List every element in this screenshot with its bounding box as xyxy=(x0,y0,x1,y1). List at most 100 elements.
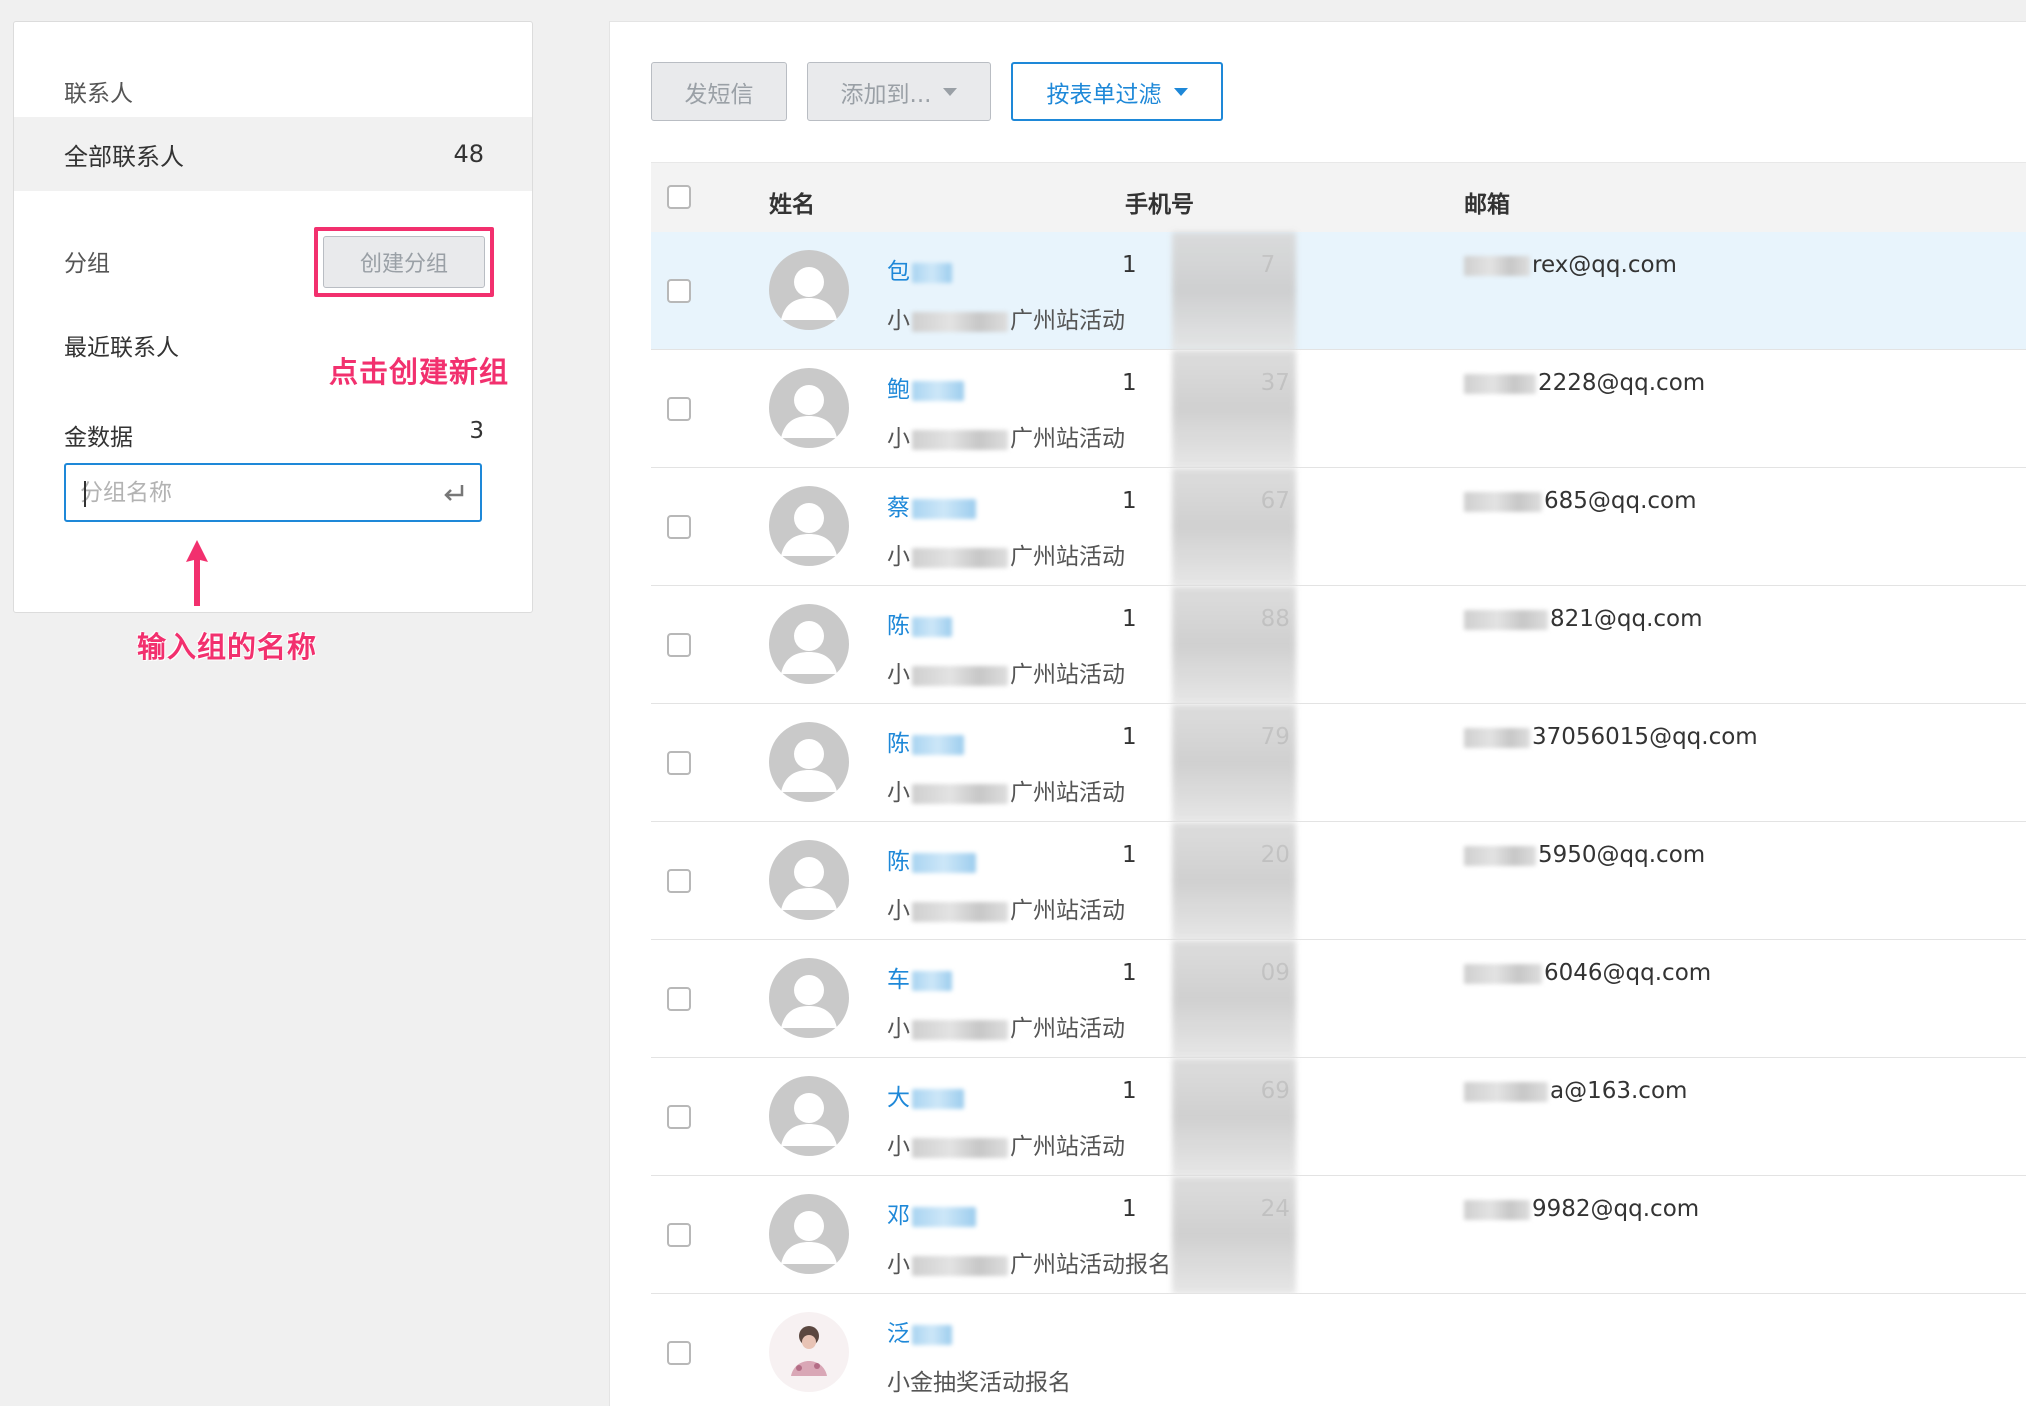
row-checkbox[interactable] xyxy=(667,987,691,1011)
phone-first-digit: 1 xyxy=(1122,606,1137,632)
contact-email: 9982@qq.com xyxy=(1464,1196,1699,1222)
table-row[interactable]: 陈小广州站活动17937056015@qq.com xyxy=(651,704,2026,822)
table-row[interactable]: 陈小广州站活动1205950@qq.com xyxy=(651,822,2026,940)
contact-name-link[interactable]: 车 xyxy=(887,960,952,994)
contact-name: 陈 xyxy=(887,849,910,875)
email-redaction xyxy=(1464,255,1530,276)
contact-name-link[interactable]: 陈 xyxy=(887,724,964,758)
source-prefix: 小 xyxy=(887,308,910,334)
source-redaction xyxy=(912,547,1008,568)
phone-redaction xyxy=(1172,1176,1296,1294)
group-name-label: 金数据 xyxy=(64,425,133,451)
source-redaction xyxy=(912,1255,1008,1276)
email-visible-part: 5950@qq.com xyxy=(1538,842,1706,868)
contact-name: 大 xyxy=(887,1085,910,1111)
phone-redaction xyxy=(1172,586,1296,704)
email-redaction xyxy=(1464,491,1542,512)
source-prefix: 小 xyxy=(887,662,910,688)
row-checkbox[interactable] xyxy=(667,1223,691,1247)
contact-name: 鲍 xyxy=(887,377,910,403)
contact-name: 陈 xyxy=(887,613,910,639)
source-redaction xyxy=(912,901,1008,922)
row-checkbox[interactable] xyxy=(667,869,691,893)
source-prefix: 小 xyxy=(887,898,910,924)
contact-source: 小 广州站活动 xyxy=(887,419,1125,453)
group-section-label: 分组 xyxy=(64,251,110,277)
annotation-enter-name: 输入组的名称 xyxy=(137,630,318,664)
name-redaction xyxy=(912,262,952,283)
contact-name-link[interactable]: 邓 xyxy=(887,1196,976,1230)
name-redaction xyxy=(912,1206,976,1227)
email-visible-part: 821@qq.com xyxy=(1550,606,1703,632)
email-redaction xyxy=(1464,845,1536,866)
send-sms-button[interactable]: 发短信 xyxy=(651,62,787,121)
contact-source: 小 广州站活动报名 xyxy=(887,1245,1171,1279)
create-group-button[interactable]: 创建分组 xyxy=(323,236,485,288)
source-text: 广州站活动 xyxy=(1010,308,1125,334)
table-row[interactable]: 邓小广州站活动报名1249982@qq.com xyxy=(651,1176,2026,1294)
row-checkbox[interactable] xyxy=(667,279,691,303)
contact-name-link[interactable]: 泛 xyxy=(887,1314,952,1348)
add-to-dropdown-button[interactable]: 添加到... xyxy=(807,62,991,121)
table-row[interactable]: 泛小金抽奖活动报名 xyxy=(651,1294,2026,1406)
add-to-label: 添加到... xyxy=(840,81,932,108)
table-row[interactable]: 鲍小广州站活动1372228@qq.com xyxy=(651,350,2026,468)
table-row[interactable]: 陈小广州站活动188821@qq.com xyxy=(651,586,2026,704)
contact-name-link[interactable]: 陈 xyxy=(887,606,952,640)
avatar xyxy=(769,722,849,802)
row-checkbox[interactable] xyxy=(667,751,691,775)
source-text: 广州站活动 xyxy=(1010,780,1125,806)
contact-name-link[interactable]: 大 xyxy=(887,1078,964,1112)
email-visible-part: 6046@qq.com xyxy=(1544,960,1712,986)
source-redaction xyxy=(912,1137,1008,1158)
contact-name-link[interactable]: 蔡 xyxy=(887,488,976,522)
group-name-field[interactable] xyxy=(64,463,482,522)
sidebar-item-label: 全部联系人 xyxy=(64,142,184,171)
avatar xyxy=(769,1194,849,1274)
group-count: 3 xyxy=(469,418,484,444)
sidebar-item-recent-contacts[interactable]: 最近联系人 xyxy=(64,328,179,362)
contact-email: rex@qq.com xyxy=(1464,252,1677,278)
row-checkbox[interactable] xyxy=(667,515,691,539)
sidebar-item-all-contacts[interactable]: 全部联系人 48 xyxy=(14,117,532,191)
phone-first-digit: 1 xyxy=(1122,1196,1137,1222)
phone-first-digit: 1 xyxy=(1122,842,1137,868)
sidebar-item-group[interactable]: 金数据 3 xyxy=(64,418,484,452)
source-text: 广州站活动 xyxy=(1010,1134,1125,1160)
row-checkbox[interactable] xyxy=(667,1341,691,1365)
name-redaction xyxy=(912,380,964,401)
contact-source: 小 广州站活动 xyxy=(887,655,1125,689)
email-visible-part: 2228@qq.com xyxy=(1538,370,1706,396)
contact-name: 陈 xyxy=(887,731,910,757)
email-redaction xyxy=(1464,1199,1530,1220)
email-visible-part: a@163.com xyxy=(1550,1078,1688,1104)
source-prefix: 小 xyxy=(887,780,910,806)
enter-icon[interactable] xyxy=(440,479,468,507)
avatar xyxy=(769,840,849,920)
column-header-email: 邮箱 xyxy=(1464,192,1510,218)
group-name-input[interactable] xyxy=(80,465,420,520)
row-checkbox[interactable] xyxy=(667,1105,691,1129)
source-redaction xyxy=(912,429,1008,450)
table-row[interactable]: 车小广州站活动1096046@qq.com xyxy=(651,940,2026,1058)
table-row[interactable]: 大小广州站活动169a@163.com xyxy=(651,1058,2026,1176)
row-checkbox[interactable] xyxy=(667,397,691,421)
contact-name-link[interactable]: 陈 xyxy=(887,842,976,876)
table-row[interactable]: 包小广州站活动17rex@qq.com xyxy=(651,232,2026,350)
source-text: 广州站活动 xyxy=(1010,898,1125,924)
row-checkbox[interactable] xyxy=(667,633,691,657)
contact-name: 蔡 xyxy=(887,495,910,521)
name-redaction xyxy=(912,852,976,873)
contact-email: 685@qq.com xyxy=(1464,488,1697,514)
email-visible-part: 685@qq.com xyxy=(1544,488,1697,514)
contact-name-link[interactable]: 鲍 xyxy=(887,370,964,404)
source-prefix: 小 xyxy=(887,1134,910,1160)
phone-redaction xyxy=(1172,940,1296,1058)
table-row[interactable]: 蔡小广州站活动167685@qq.com xyxy=(651,468,2026,586)
source-redaction xyxy=(912,665,1008,686)
select-all-checkbox[interactable] xyxy=(667,185,691,209)
contact-name-link[interactable]: 包 xyxy=(887,252,952,286)
filter-by-form-button[interactable]: 按表单过滤 xyxy=(1011,62,1223,121)
phone-first-digit: 1 xyxy=(1122,724,1137,750)
source-text: 广州站活动 xyxy=(1010,544,1125,570)
